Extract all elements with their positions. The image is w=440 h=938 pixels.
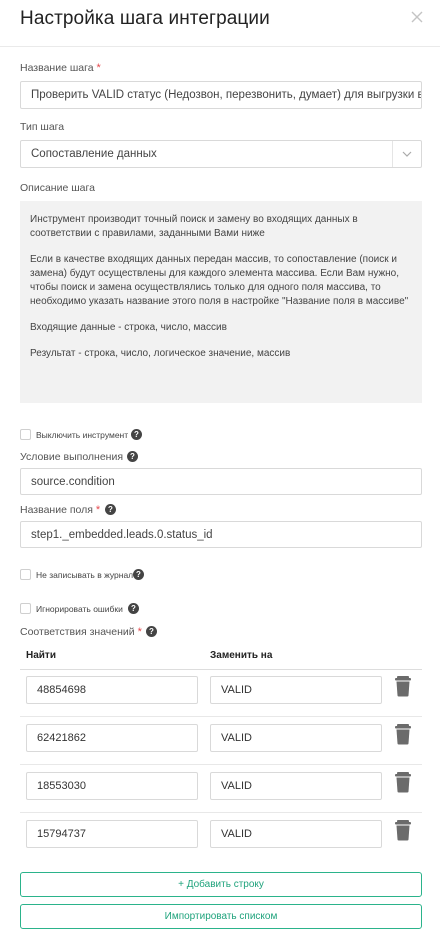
find-input[interactable]: 15794737	[26, 820, 198, 848]
disable-tool-checkbox[interactable]	[20, 429, 31, 440]
description-paragraph: Если в качестве входящих данных передан …	[30, 254, 409, 307]
trash-icon[interactable]	[394, 819, 414, 841]
help-icon[interactable]: ?	[131, 429, 142, 440]
condition-input[interactable]: source.condition	[20, 468, 422, 495]
description-paragraph: Инструмент производит точный поиск и зам…	[30, 214, 358, 239]
help-icon[interactable]: ?	[127, 451, 138, 462]
step-name-label: Название шага *	[20, 62, 101, 74]
step-type-select[interactable]: Сопоставление данных	[20, 140, 422, 168]
trash-icon[interactable]	[394, 675, 414, 697]
close-icon[interactable]	[410, 10, 426, 26]
description-box: Инструмент производит точный поиск и зам…	[20, 201, 422, 403]
replace-input[interactable]: VALID	[210, 820, 382, 848]
row-divider	[20, 716, 422, 717]
dialog-title: Настройка шага интеграции	[20, 8, 270, 29]
description-label: Описание шага	[20, 182, 95, 194]
field-name-label: Название поля *	[20, 504, 101, 516]
ignore-errors-label: Игнорировать ошибки	[36, 604, 123, 614]
trash-icon[interactable]	[394, 771, 414, 793]
find-input[interactable]: 48854698	[26, 676, 198, 704]
find-input[interactable]: 62421862	[26, 724, 198, 752]
no-log-checkbox[interactable]	[20, 569, 31, 580]
description-paragraph: Входящие данные - строка, число, массив	[30, 322, 227, 333]
required-mark: *	[96, 62, 101, 74]
header-divider	[0, 46, 440, 47]
no-log-label: Не записывать в журнал	[36, 570, 134, 580]
step-name-input[interactable]: Проверить VALID статус (Недозвон, перезв…	[20, 81, 422, 109]
help-icon[interactable]: ?	[128, 603, 139, 614]
ignore-errors-checkbox[interactable]	[20, 603, 31, 614]
required-mark: *	[95, 504, 101, 516]
row-divider	[20, 764, 422, 765]
column-header-find: Найти	[26, 650, 56, 661]
help-icon[interactable]: ?	[146, 626, 157, 637]
find-input[interactable]: 18553030	[26, 772, 198, 800]
disable-tool-label: Выключить инструмент	[36, 430, 129, 440]
replace-input[interactable]: VALID	[210, 772, 382, 800]
description-paragraph: Результат - строка, число, логическое зн…	[30, 348, 291, 359]
help-icon[interactable]: ?	[105, 504, 116, 515]
mapping-label: Соответствия значений *	[20, 626, 142, 638]
step-type-label: Тип шага	[20, 121, 65, 133]
field-name-input[interactable]: step1._embedded.leads.0.status_id	[20, 521, 422, 548]
condition-label: Условие выполнения	[20, 451, 124, 463]
help-icon[interactable]: ?	[133, 569, 144, 580]
chevron-down-icon[interactable]	[392, 141, 421, 167]
add-row-button[interactable]: + Добавить строку	[20, 872, 422, 897]
replace-input[interactable]: VALID	[210, 724, 382, 752]
column-header-replace: Заменить на	[210, 650, 273, 661]
row-divider	[20, 812, 422, 813]
replace-input[interactable]: VALID	[210, 676, 382, 704]
import-list-button[interactable]: Импортировать списком	[20, 904, 422, 929]
table-header-divider	[20, 669, 422, 670]
trash-icon[interactable]	[394, 723, 414, 745]
required-mark: *	[137, 626, 142, 638]
